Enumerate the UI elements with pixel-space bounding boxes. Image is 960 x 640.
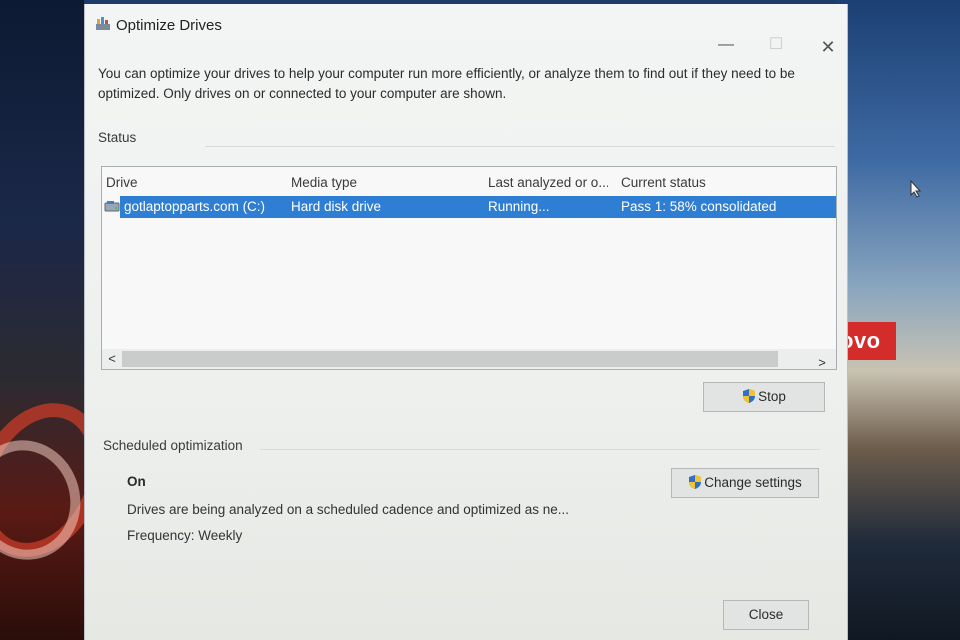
scroll-left-button[interactable]: < xyxy=(104,350,120,368)
column-header-last-analyzed[interactable]: Last analyzed or o... xyxy=(488,175,608,190)
uac-shield-icon xyxy=(742,386,756,403)
divider xyxy=(205,146,835,147)
schedule-frequency: Frequency: Weekly xyxy=(127,528,243,543)
drive-last-analyzed: Running... xyxy=(488,199,550,214)
defrag-icon xyxy=(95,16,111,32)
scroll-thumb[interactable] xyxy=(122,351,778,367)
intro-description: You can optimize your drives to help you… xyxy=(98,66,795,101)
divider xyxy=(260,449,820,450)
stop-button[interactable]: Stop xyxy=(703,382,825,412)
optimize-drives-window: Optimize Drives — ☐ ✕ You can optimize y… xyxy=(84,4,848,640)
mouse-cursor-icon xyxy=(910,179,922,203)
scroll-right-button[interactable]: > xyxy=(814,354,830,372)
column-header-drive[interactable]: Drive xyxy=(106,175,138,190)
window-title: Optimize Drives xyxy=(116,17,222,34)
schedule-description: Drives are being analyzed on a scheduled… xyxy=(127,502,570,517)
desktop-background-right xyxy=(836,0,960,640)
drive-name: gotlaptopparts.com (C:) xyxy=(124,199,266,214)
horizontal-scrollbar[interactable]: < > xyxy=(102,349,836,372)
column-header-media-type[interactable]: Media type xyxy=(291,175,357,190)
list-header: Drive Media type Last analyzed or o... C… xyxy=(102,167,836,193)
uac-shield-icon xyxy=(688,472,702,489)
stop-button-label: Stop xyxy=(758,389,786,404)
scheduled-optimization-label: Scheduled optimization xyxy=(103,438,243,453)
close-window-button[interactable]: ✕ xyxy=(813,36,843,58)
change-settings-button[interactable]: Change settings xyxy=(671,468,819,498)
minimize-button[interactable]: — xyxy=(711,34,741,56)
desktop-background-left xyxy=(0,0,129,640)
drive-list[interactable]: Drive Media type Last analyzed or o... C… xyxy=(101,166,837,370)
title-bar: Optimize Drives — ☐ ✕ xyxy=(85,4,847,57)
hard-drive-icon xyxy=(104,199,120,213)
maximize-button[interactable]: ☐ xyxy=(761,34,791,56)
schedule-state: On xyxy=(127,474,146,489)
status-section-label: Status xyxy=(98,130,137,145)
change-settings-label: Change settings xyxy=(704,475,802,490)
table-row[interactable]: gotlaptopparts.com (C:) Hard disk drive … xyxy=(120,196,836,218)
drive-current-status: Pass 1: 58% consolidated xyxy=(621,199,777,214)
column-header-current-status[interactable]: Current status xyxy=(621,175,706,190)
close-button[interactable]: Close xyxy=(723,600,809,630)
drive-media-type: Hard disk drive xyxy=(291,199,382,214)
